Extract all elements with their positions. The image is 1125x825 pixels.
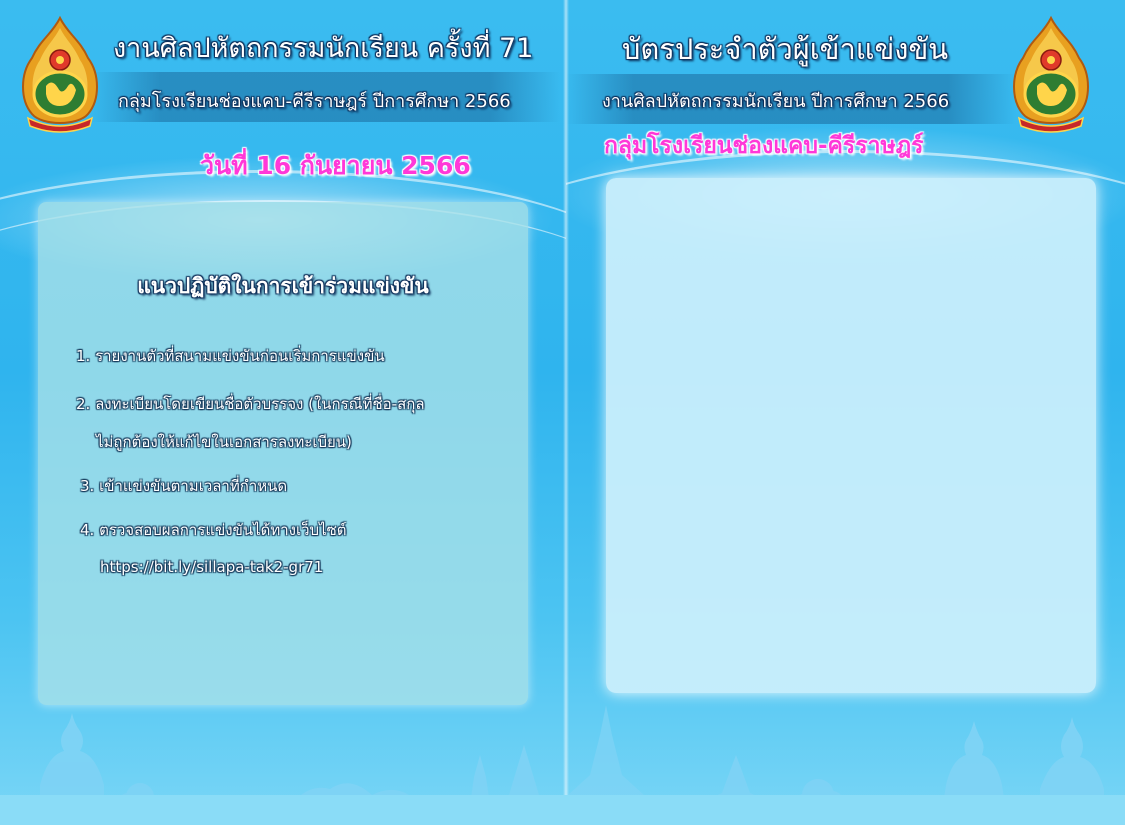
school-group-name: กลุ่มโรงเรียนช่องแคบ-คีรีราษฎร์	[604, 133, 924, 159]
event-year-line: งานศิลปหัตถกรรมนักเรียน ปีการศึกษา 2566	[602, 91, 950, 112]
bottom-strip	[0, 795, 1125, 825]
rule-item-4: 4. ตรวจสอบผลการแข่งขันได้ทางเว็บไซต์	[80, 521, 347, 539]
event-title: งานศิลปหัตถกรรมนักเรียน ครั้งที่ 71	[113, 33, 534, 64]
obec-emblem-icon	[22, 15, 98, 133]
results-url: https://bit.ly/sillapa-tak2-gr71	[100, 558, 324, 576]
group-year-line: กลุ่มโรงเรียนช่องแคบ-คีรีราษฎร์ ปีการศึก…	[118, 91, 511, 112]
rules-panel: แนวปฏิบัติในการเข้าร่วมแข่งขัน 1. รายงาน…	[38, 202, 528, 705]
rule-item-2: 2. ลงทะเบียนโดยเขียนชื่อตัวบรรจง (ในกรณี…	[76, 395, 425, 413]
event-date: วันที่ 16 กันยายน 2566	[200, 151, 471, 180]
card-title: บัตรประจำตัวผู้เข้าแข่งขัน	[622, 32, 949, 66]
participant-photo-area	[606, 178, 1096, 693]
rule-item-3: 3. เข้าแข่งขันตามเวลาที่กำหนด	[80, 477, 288, 495]
rule-item-1: 1. รายงานตัวที่สนามแข่งขันก่อนเริ่มการแข…	[76, 347, 385, 365]
obec-emblem-icon	[1013, 15, 1089, 133]
rule-item-2-continued: ไม่ถูกต้องให้แก้ไขในเอกสารลงทะเบียน)	[96, 433, 352, 451]
rules-title: แนวปฏิบัติในการเข้าร่วมแข่งขัน	[137, 274, 429, 298]
